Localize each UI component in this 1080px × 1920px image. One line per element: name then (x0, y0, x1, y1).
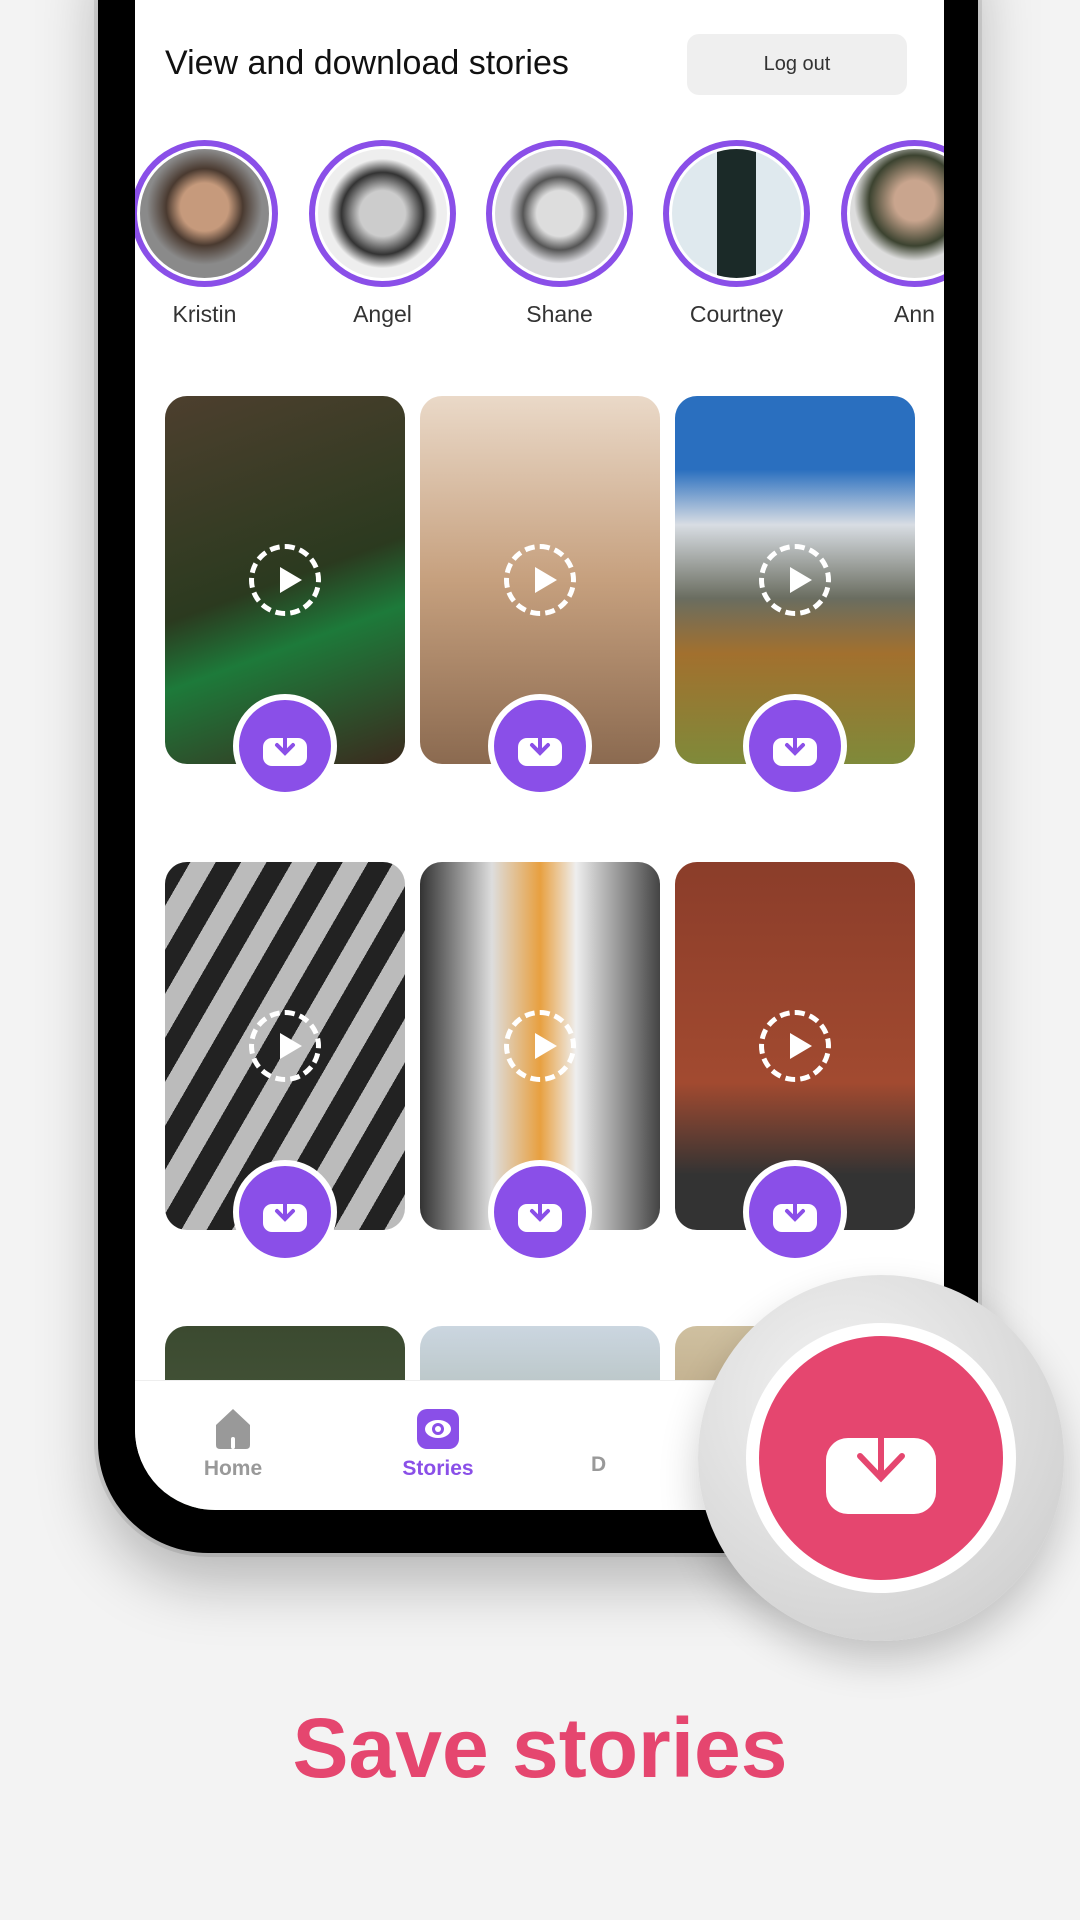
nav-downloads[interactable]: D (535, 1407, 655, 1477)
nav-home[interactable]: Home (173, 1407, 293, 1481)
story-avatar[interactable]: Kristin (135, 140, 278, 328)
caption: Save stories (292, 1701, 788, 1795)
story-avatar[interactable]: Courtney (663, 140, 810, 328)
home-icon (216, 1409, 250, 1449)
play-icon[interactable] (759, 544, 831, 616)
download-icon (773, 726, 817, 766)
play-icon[interactable] (249, 544, 321, 616)
story-avatar[interactable]: Ann (841, 140, 944, 328)
story-thumbnail[interactable] (675, 396, 915, 798)
story-thumbnail[interactable] (675, 862, 915, 1264)
story-thumbnail[interactable] (420, 396, 660, 798)
story-thumbnail[interactable] (420, 862, 660, 1264)
logout-button[interactable]: Log out (687, 34, 907, 95)
story-avatar[interactable]: Angel (309, 140, 456, 328)
play-icon[interactable] (504, 1010, 576, 1082)
download-icon (518, 726, 562, 766)
download-icon (518, 1192, 562, 1232)
play-icon[interactable] (249, 1010, 321, 1082)
play-icon[interactable] (759, 1010, 831, 1082)
download-button[interactable] (743, 694, 847, 798)
eye-icon (417, 1409, 459, 1449)
story-thumbnail[interactable] (165, 396, 405, 798)
play-icon[interactable] (504, 544, 576, 616)
download-button[interactable] (488, 1160, 592, 1264)
story-thumbnail[interactable] (165, 862, 405, 1264)
download-button[interactable] (488, 694, 592, 798)
story-avatar[interactable]: Shane (486, 140, 633, 328)
download-button[interactable] (233, 1160, 337, 1264)
save-story-button[interactable] (698, 1275, 1064, 1641)
download-icon (263, 726, 307, 766)
download-button[interactable] (743, 1160, 847, 1264)
download-button[interactable] (233, 694, 337, 798)
download-icon (773, 1192, 817, 1232)
page-title: View and download stories (165, 44, 569, 82)
download-icon (263, 1192, 307, 1232)
download-icon (826, 1398, 936, 1514)
nav-stories[interactable]: Stories (378, 1407, 498, 1481)
